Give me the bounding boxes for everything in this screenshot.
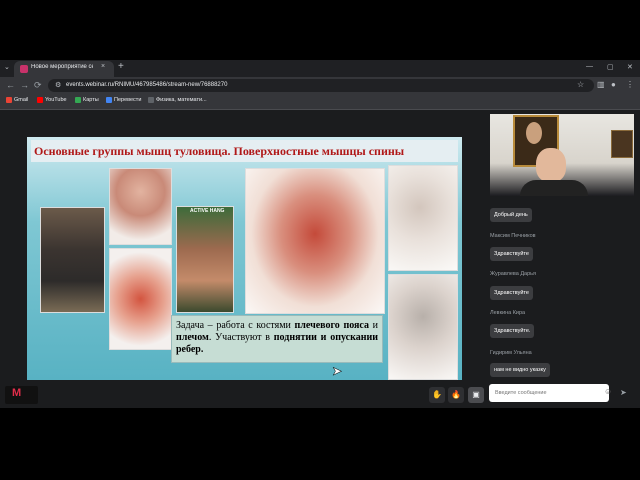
chat-message: Здравствуйте. (490, 324, 535, 338)
serratus-illustration (388, 274, 458, 380)
back-muscles-illustration (245, 168, 385, 314)
chat-message: Здравствуйте (490, 247, 533, 261)
bookmark-gmail[interactable]: Gmail (6, 97, 28, 103)
chat-message: нам не видно указку (490, 363, 550, 377)
bookmark-physics[interactable]: Физика, математи... (148, 97, 207, 103)
forward-button[interactable]: → (20, 80, 29, 90)
trapezius-illustration (109, 168, 172, 245)
portrait-face (526, 122, 542, 144)
close-window-button[interactable]: ✕ (627, 63, 633, 71)
maps-icon (75, 97, 81, 103)
bookmark-youtube[interactable]: YouTube (37, 97, 67, 103)
bookmark-translate[interactable]: Перевести (106, 97, 141, 103)
emoji-icon[interactable]: ☺ (604, 387, 612, 396)
active-hang-photo (176, 206, 234, 313)
tab-list-button[interactable]: ⌄ (4, 63, 10, 71)
send-icon[interactable]: ➤ (620, 388, 627, 397)
minimize-button[interactable]: — (586, 63, 593, 70)
chat-message: Добрый день (490, 208, 532, 222)
speaker-head (536, 148, 566, 182)
chat-author: Левкина Кира (490, 310, 526, 316)
latissimus-illustration (109, 248, 172, 350)
active-hang-label: ACTIVE HANG (190, 208, 225, 214)
back-button[interactable]: ← (6, 80, 15, 90)
chat-author: Журавлева Дарья (490, 271, 537, 277)
youtube-icon (37, 97, 43, 103)
side-panel-icon[interactable]: ▥ (597, 80, 605, 89)
tab-close-icon[interactable]: × (101, 63, 105, 70)
speaker-body (520, 180, 588, 196)
chat-message-input[interactable] (489, 384, 609, 402)
translate-icon (106, 97, 112, 103)
gmail-icon (6, 97, 12, 103)
wall-frame (611, 130, 633, 158)
slide-title: Основные группы мышц туловища. Поверхнос… (34, 144, 405, 158)
tab-favicon-icon (20, 65, 28, 73)
task-text: Задача – работа с костями плечевого пояс… (176, 320, 378, 355)
reload-button[interactable]: ⟳ (34, 80, 42, 90)
url-text[interactable]: events.webinar.ru/RNIMU/467985486/stream… (66, 82, 227, 88)
chat-author: Гидирим Ульяна (490, 350, 532, 356)
new-tab-button[interactable]: + (118, 62, 124, 72)
menu-icon[interactable]: ⋮ (626, 80, 634, 89)
mouse-cursor-icon: ➤ (332, 364, 343, 379)
pullup-photo (40, 207, 105, 313)
tab-title: Новое мероприятие сете (31, 64, 93, 70)
rhomboid-illustration (388, 165, 458, 271)
folder-icon (148, 97, 154, 103)
profile-icon[interactable]: ● (611, 80, 616, 89)
raise-hand-button[interactable]: ✋ (429, 387, 445, 403)
bookmark-maps[interactable]: Карты (75, 97, 99, 103)
screen-layout-button[interactable]: ▣ (468, 387, 484, 403)
reaction-button[interactable]: 🔥 (448, 387, 464, 403)
maximize-button[interactable]: ▢ (607, 63, 614, 71)
chat-message: Здравствуйте (490, 286, 533, 300)
site-info-icon[interactable]: ⚙ (55, 81, 61, 89)
webinar-logo (5, 386, 38, 404)
bookmark-star-icon[interactable]: ☆ (577, 80, 584, 89)
logo-letter: M (12, 387, 22, 399)
chat-author: Максим Печников (490, 233, 536, 239)
